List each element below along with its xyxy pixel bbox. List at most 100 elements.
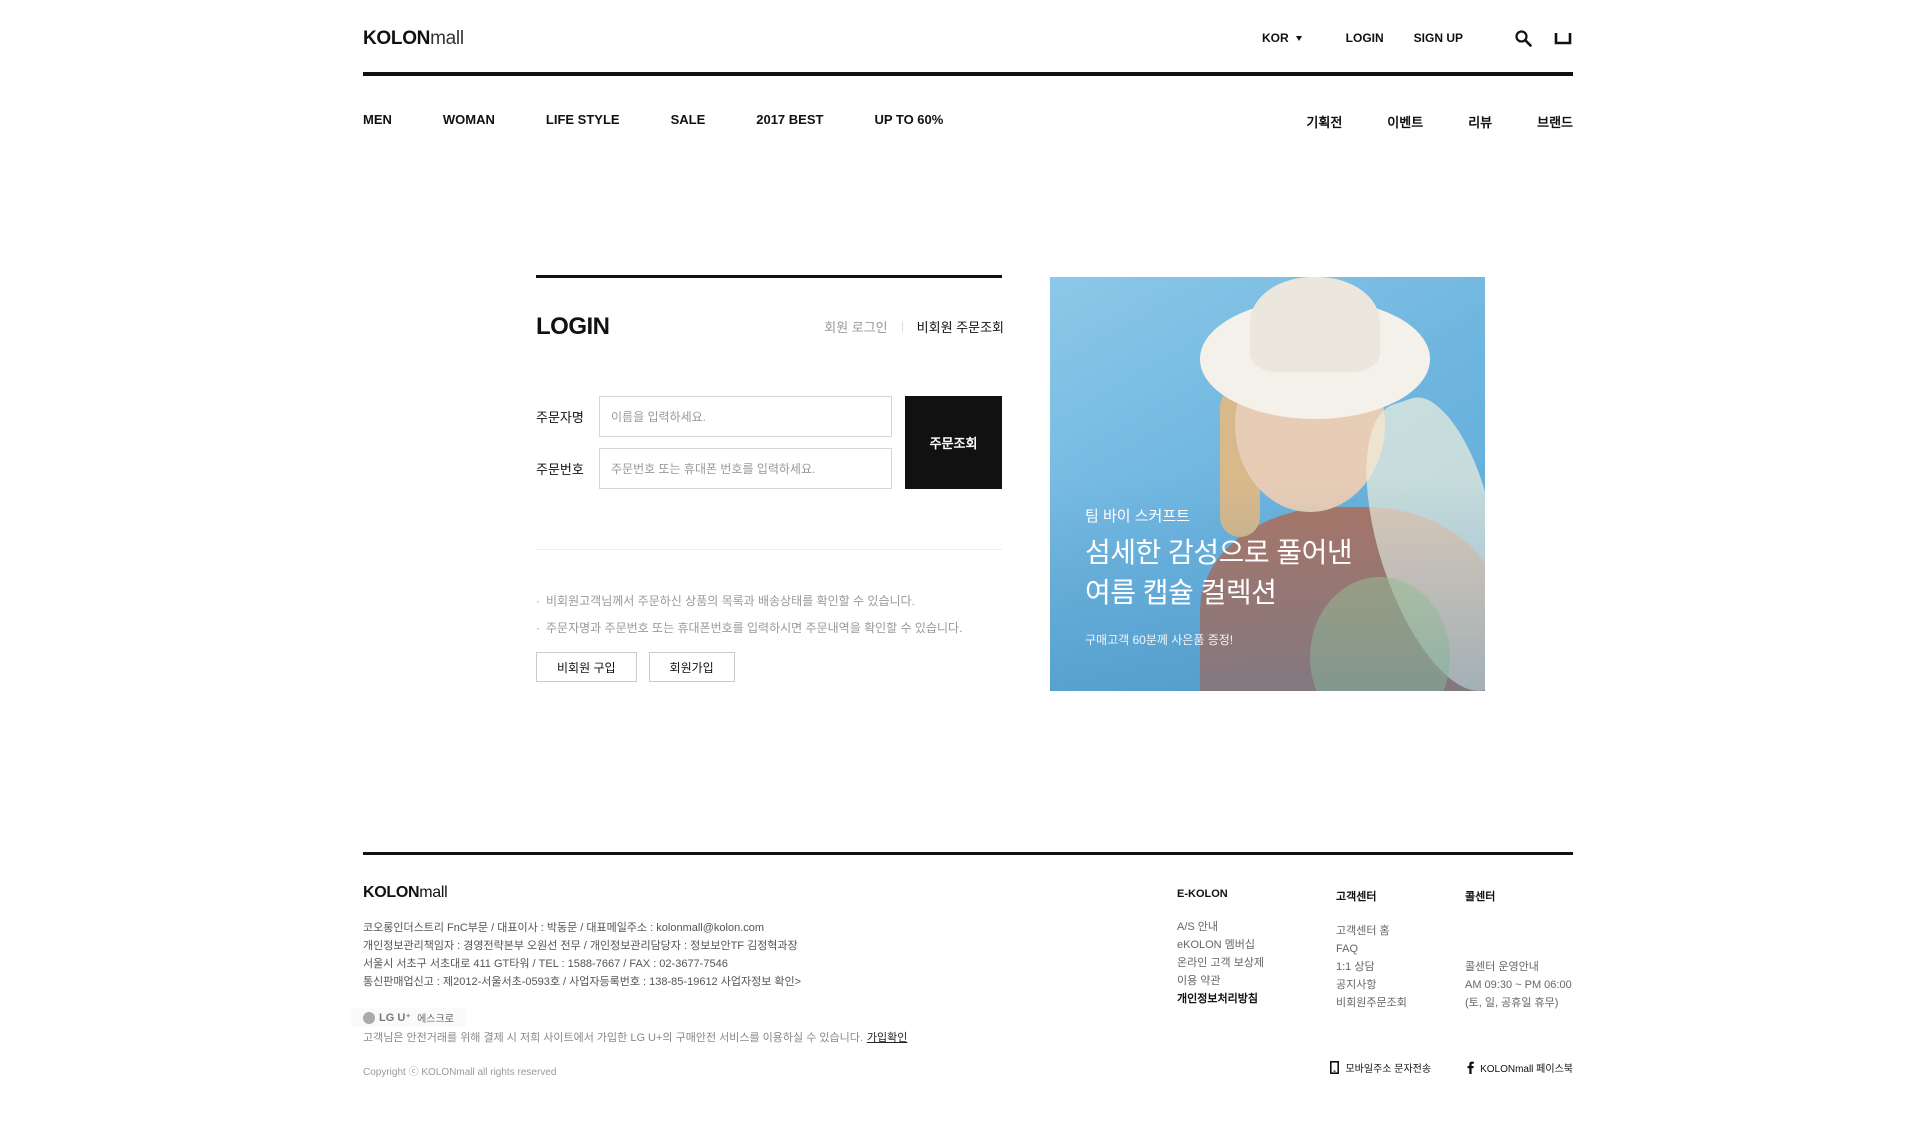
site-footer: KOLONmall 코오롱인더스트리 FnC부문 / 대표이사 : 박동문 / … [351,852,1573,1092]
tab-member-login[interactable]: 회원 로그인 [824,317,887,336]
lg-uplus-icon [363,1011,375,1024]
caret-down-icon [1295,35,1302,41]
callcenter-hours: AM 09:30 ~ PM 06:00 [1465,979,1572,991]
guest-buttons: 비회원 구입 회원가입 [536,652,747,682]
nav-item-review[interactable]: 리뷰 [1468,112,1492,131]
order-number-input[interactable] [599,448,892,489]
page-title: LOGIN [536,313,610,340]
login-link[interactable]: LOGIN [1346,31,1384,45]
nav-item-sale[interactable]: SALE [671,112,706,127]
company-info-line: 개인정보관리책임자 : 경영전략본부 오원선 전무 / 개인정보관리담당자 : … [363,940,798,952]
sub-nav: 기획전 이벤트 리뷰 브랜드 [1261,112,1573,131]
footer-col-ekolon: E-KOLON A/S 안내 eKOLON 멤버십 온라인 고객 보상제 이용 … [1177,888,1264,1008]
note-item: · 주문자명과 주문번호 또는 휴대폰번호를 입력하시면 주문내역을 확인할 수 … [536,621,963,635]
banner-title: 섬세한 감성으로 풀어낸 여름 캡슐 컬렉션 [1085,533,1353,613]
footer-link[interactable]: 비회원주문조회 [1336,994,1407,1012]
footer-logo[interactable]: KOLONmall [363,884,448,902]
nav-item-exhibition[interactable]: 기획전 [1306,112,1342,131]
login-panel: LOGIN 회원 로그인 비회원 주문조회 주문자명 주문번호 주문조회 ·비회… [536,275,1004,682]
logo-bold: KOLON [363,28,431,49]
footer-col-support: 고객센터 고객센터 홈 FAQ 1:1 상담 공지사항 비회원주문조회 [1336,888,1407,1012]
nav-item-lifestyle[interactable]: LIFE STYLE [546,112,620,127]
nav-item-men[interactable]: MEN [363,112,392,127]
banner-caption: 팀 바이 스커프트 섬세한 감성으로 풀어낸 여름 캡슐 컬렉션 구매고객 60… [1085,505,1353,648]
mobile-icon [1330,1061,1340,1074]
banner-title-line: 섬세한 감성으로 풀어낸 [1085,537,1353,568]
copyright: Copyright ⓒ KOLONmall all rights reserve… [363,1067,557,1078]
escrow-badge: LG U⁺ 에스크로 [351,1008,466,1027]
nav-item-up-to-60[interactable]: UP TO 60% [874,112,943,127]
guest-order-form: 주문자명 주문번호 주문조회 [536,396,1002,491]
logo-thin: mall [430,28,464,49]
nav-item-brand[interactable]: 브랜드 [1537,112,1573,131]
nav-item-event[interactable]: 이벤트 [1387,112,1423,131]
footer-link[interactable]: 온라인 고객 보상제 [1177,954,1264,972]
nav-item-woman[interactable]: WOMAN [443,112,495,127]
company-info-line: 코오롱인더스트리 FnC부문 / 대표이사 : 박동문 / 대표메일주소 : k… [363,922,765,934]
search-icon[interactable] [1513,28,1533,48]
footer-link[interactable]: FAQ [1336,940,1407,958]
login-top-divider [536,275,1002,278]
order-row: 주문번호 [536,448,892,489]
language-label: KOR [1261,31,1289,45]
utility-menu: KOR LOGIN SIGN UP [1262,28,1573,48]
mobile-sms-label: 모바일주소 문자전송 [1345,1064,1432,1075]
promo-banner[interactable]: 팀 바이 스커프트 섬세한 감성으로 풀어낸 여름 캡슐 컬렉션 구매고객 60… [1050,277,1485,691]
banner-gift-text: 구매고객 60분께 사은품 증정! [1085,633,1234,647]
company-info: 코오롱인더스트리 FnC부문 / 대표이사 : 박동문 / 대표메일주소 : k… [363,919,801,991]
footer-link[interactable]: 고객센터 홈 [1336,922,1407,940]
facebook-label: KOLONmall 페이스북 [1480,1064,1573,1075]
footer-link[interactable]: 이용 약관 [1177,972,1264,990]
note-text: 비회원고객님께서 주문하신 상품의 목록과 배송상태를 확인할 수 있습니다. [546,594,915,608]
nav-item-2017-best[interactable]: 2017 BEST [756,112,823,127]
escrow-label: 에스크로 [417,1014,454,1025]
footer-divider [363,852,1573,855]
note-item: · 비회원고객님께서 주문하신 상품의 목록과 배송상태를 확인할 수 있습니다. [536,594,915,608]
banner-brand: 팀 바이 스커프트 [1085,508,1190,525]
footer-link[interactable]: 공지사항 [1336,976,1407,994]
name-row: 주문자명 [536,396,892,437]
company-info-line[interactable]: 통신판매업신고 : 제2012-서울서초-0593호 / 사업자등록번호 : 1… [363,973,801,991]
guest-purchase-button[interactable]: 비회원 구입 [536,652,637,682]
name-label: 주문자명 [536,410,584,425]
footer-col-title: 고객센터 [1336,891,1377,903]
footer-social: 모바일주소 문자전송 KOLONmall 페이스북 [1294,1060,1573,1075]
site-header: KOLONmall KOR LOGIN SIGN UP MEN WOMAN LI… [363,0,1573,150]
tab-guest-order[interactable]: 비회원 주문조회 [917,317,1004,336]
language-selector[interactable]: KOR [1262,31,1302,45]
name-input[interactable] [599,396,892,437]
login-divider [536,549,1002,550]
facebook-link[interactable]: KOLONmall 페이스북 [1467,1060,1573,1075]
signup-link[interactable]: SIGN UP [1414,31,1463,45]
site-logo[interactable]: KOLONmall [363,28,464,50]
join-button[interactable]: 회원가입 [648,652,735,682]
company-info-line: 서울시 서초구 서초대로 411 GT타워 / TEL : 1588-7667 … [363,958,728,970]
footer-link[interactable]: A/S 안내 [1177,918,1264,936]
banner-title-line: 여름 캡슐 컬렉션 [1085,577,1277,608]
footer-col-callcenter: 콜센터 콜센터 운영안내 AM 09:30 ~ PM 06:00 (토, 일, … [1465,888,1572,1012]
footer-link[interactable]: eKOLON 멤버십 [1177,936,1264,954]
tab-separator [901,321,903,332]
footer-logo-thin: mall [419,884,448,901]
footer-link[interactable]: 1:1 상담 [1336,958,1407,976]
header-divider [363,72,1573,76]
footer-logo-bold: KOLON [363,884,420,901]
callcenter-text: 콜센터 운영안내 [1465,961,1539,973]
escrow-brand: LG U⁺ [379,1012,412,1024]
banner-hat-crown [1250,277,1380,372]
facebook-icon [1467,1061,1474,1074]
order-lookup-button[interactable]: 주문조회 [905,396,1002,489]
order-label: 주문번호 [536,462,584,477]
note-text: 주문자명과 주문번호 또는 휴대폰번호를 입력하시면 주문내역을 확인할 수 있… [546,621,963,635]
escrow-verify-link[interactable]: 가입확인 [867,1032,907,1044]
login-tabs: 회원 로그인 비회원 주문조회 [824,317,1004,336]
callcenter-closed: (토, 일, 공휴일 휴무) [1465,997,1559,1009]
footer-col-title: E-KOLON [1177,888,1228,900]
footer-col-title: 콜센터 [1465,891,1496,903]
cart-icon[interactable] [1553,28,1573,48]
escrow-notice: 고객님은 안전거래를 위해 결제 시 저희 사이트에서 가입한 LG U+의 구… [363,1029,907,1045]
mobile-sms-link[interactable]: 모바일주소 문자전송 [1330,1060,1431,1075]
main-nav: MEN WOMAN LIFE STYLE SALE 2017 BEST UP T… [363,112,994,127]
escrow-notice-text: 고객님은 안전거래를 위해 결제 시 저희 사이트에서 가입한 LG U+의 구… [363,1032,863,1044]
footer-link-privacy[interactable]: 개인정보처리방침 [1177,990,1264,1008]
